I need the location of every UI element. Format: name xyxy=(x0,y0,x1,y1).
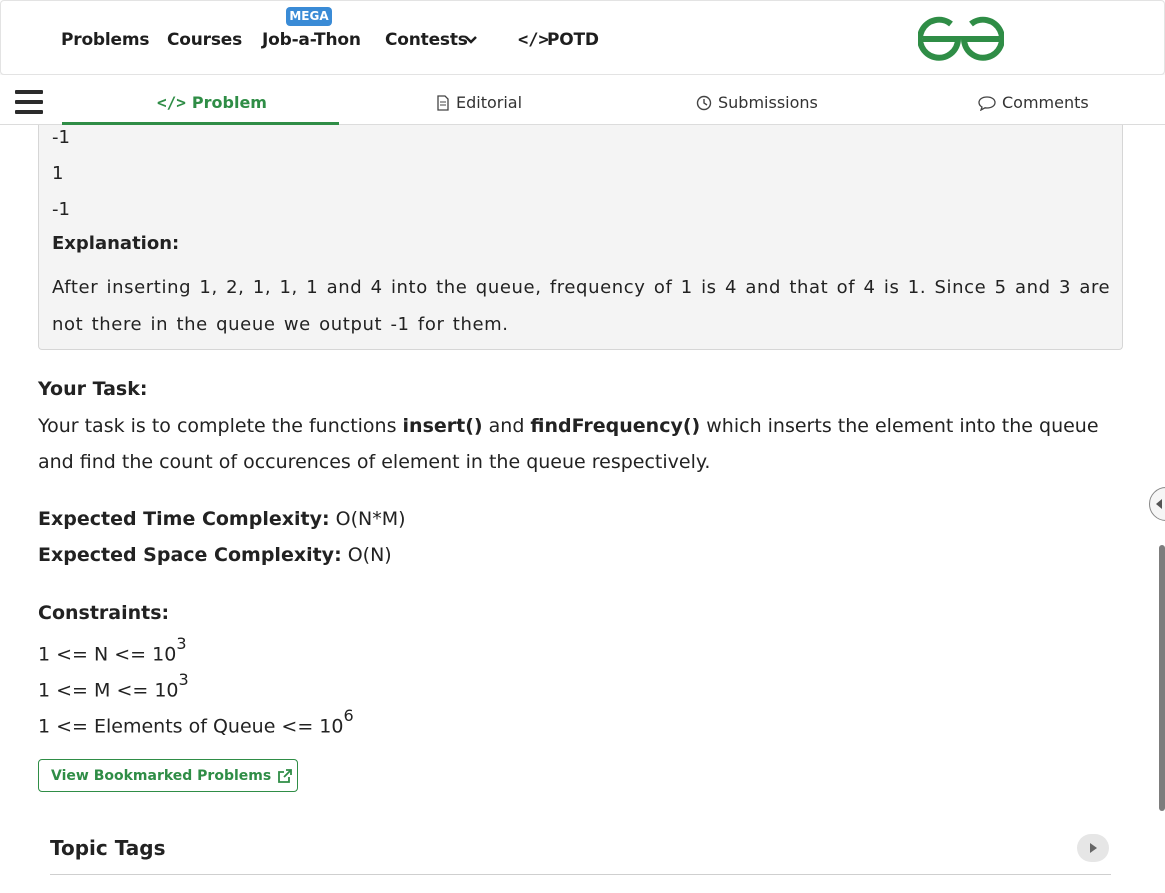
constraint-line: 1 <= M <= 103 xyxy=(38,670,189,702)
nav-problems[interactable]: Problems xyxy=(61,30,149,50)
view-bookmarked-problems-button[interactable]: View Bookmarked Problems xyxy=(38,759,298,792)
tab-editorial[interactable]: Editorial xyxy=(436,93,522,112)
tab-submissions-label: Submissions xyxy=(718,93,818,112)
document-icon xyxy=(437,94,449,111)
external-link-icon xyxy=(278,768,293,783)
mega-badge: MEGA xyxy=(286,7,332,26)
bookmark-button-label: View Bookmarked Problems xyxy=(51,767,272,784)
comment-icon xyxy=(978,95,996,111)
constraint-line: 1 <= N <= 103 xyxy=(38,634,187,666)
tab-comments[interactable]: Comments xyxy=(978,93,1089,112)
code-icon: </> xyxy=(157,93,186,112)
your-task-heading: Your Task: xyxy=(38,378,148,400)
explanation-text: After inserting 1, 2, 1, 1, 1 and 4 into… xyxy=(52,277,1111,335)
tab-submissions[interactable]: Submissions xyxy=(696,93,818,112)
find-frequency-function: findFrequency() xyxy=(530,415,701,437)
caret-right-icon xyxy=(1090,843,1097,853)
caret-left-icon xyxy=(1156,499,1162,509)
space-complexity: Expected Space Complexity: O(N) xyxy=(38,544,392,566)
example-box: -1 1 -1 Explanation: After inserting 1, … xyxy=(38,125,1123,350)
clock-icon xyxy=(696,95,712,110)
geeksforgeeks-logo[interactable] xyxy=(918,15,1004,61)
output-line: -1 xyxy=(52,127,70,148)
nav-courses[interactable]: Courses xyxy=(167,30,242,50)
tab-problem-label: Problem xyxy=(191,93,267,112)
top-navbar: Problems Courses MEGA Job-a-Thon Contest… xyxy=(0,0,1165,75)
constraint-line: 1 <= Elements of Queue <= 106 xyxy=(38,706,354,738)
constraints-heading: Constraints: xyxy=(38,602,170,624)
collapse-panel-button[interactable] xyxy=(1149,487,1165,521)
explanation-label: Explanation: xyxy=(52,233,180,254)
divider xyxy=(50,874,1111,875)
nav-job-a-thon[interactable]: Job-a-Thon xyxy=(262,30,361,50)
your-task-text: Your task is to complete the functions i… xyxy=(38,415,1099,473)
chevron-down-icon[interactable] xyxy=(464,33,478,47)
hamburger-menu-icon[interactable] xyxy=(15,90,43,115)
topic-tags-toggle[interactable] xyxy=(1077,834,1109,862)
nav-contests[interactable]: Contests xyxy=(385,30,468,50)
nav-potd[interactable]: POTD xyxy=(547,30,599,50)
output-line: -1 xyxy=(52,199,70,220)
tab-editorial-label: Editorial xyxy=(456,93,523,112)
code-icon: </> xyxy=(518,30,549,50)
time-complexity: Expected Time Complexity: O(N*M) xyxy=(38,508,406,530)
output-line: 1 xyxy=(52,163,64,184)
tab-comments-label: Comments xyxy=(1002,93,1089,112)
insert-function: insert() xyxy=(402,415,483,437)
scrollbar[interactable] xyxy=(1159,545,1165,811)
topic-tags-heading[interactable]: Topic Tags xyxy=(50,836,166,860)
problem-tab-bar: </> Problem Editorial Submissions Commen… xyxy=(0,75,1165,125)
tab-problem[interactable]: </> Problem xyxy=(157,93,267,112)
